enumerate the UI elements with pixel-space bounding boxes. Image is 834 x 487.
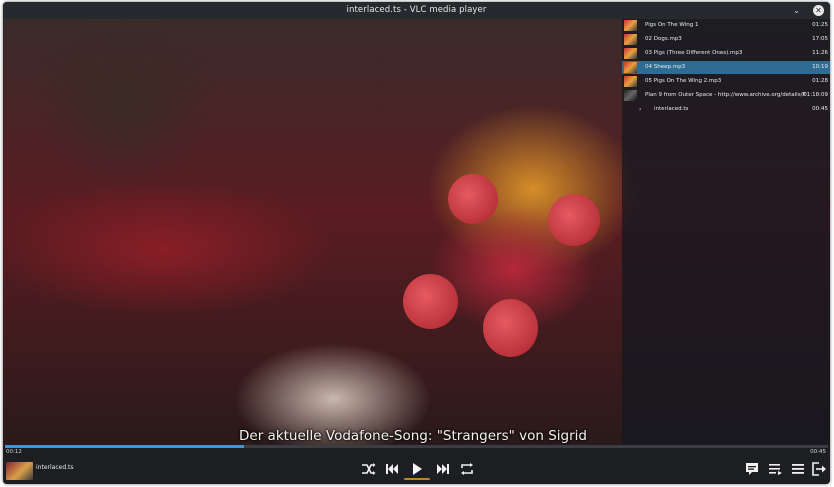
playlist-item-selected[interactable]: 04 Sheep.mp3 10:19: [622, 61, 830, 74]
window-title: interlaced.ts - VLC media player: [346, 5, 487, 15]
album-art-thumbnail: [624, 76, 637, 87]
playlist-item[interactable]: Pigs On The Wing 1 01:25: [622, 19, 830, 32]
exit-icon[interactable]: [809, 460, 829, 478]
playlist-item[interactable]: 03 Pigs (Three Different Ones).mp3 11:26: [622, 47, 830, 60]
video-frame-detail: [448, 174, 498, 224]
playlist-item-duration: 01:25: [812, 22, 828, 28]
seek-slider[interactable]: [5, 445, 828, 448]
control-bar: 00:12 00:45 interlaced.ts: [3, 445, 830, 484]
vlc-window: interlaced.ts - VLC media player ⌄ ✕ Der…: [3, 2, 830, 484]
seek-slider-fill: [5, 445, 244, 448]
now-playing-title: interlaced.ts: [36, 464, 74, 471]
album-art-thumbnail: [624, 34, 637, 45]
album-art-thumbnail: [624, 20, 637, 31]
playlist-toggle-icon[interactable]: [765, 460, 785, 478]
playlist-item-duration: 10:19: [812, 64, 828, 70]
minimize-icon[interactable]: ⌄: [791, 5, 802, 16]
menu-icon[interactable]: [788, 460, 808, 478]
close-icon[interactable]: ✕: [813, 5, 824, 16]
next-icon[interactable]: [433, 460, 453, 478]
playlist-item[interactable]: 05 Pigs On The Wing 2.mp3 01:28: [622, 75, 830, 88]
play-icon[interactable]: [407, 460, 427, 478]
playlist-item-title: 03 Pigs (Three Different Ones).mp3: [645, 50, 743, 56]
album-art-thumbnail: [624, 62, 637, 73]
video-frame-detail: [548, 194, 600, 246]
elapsed-time: 00:12: [6, 449, 22, 455]
playlist-item-duration: 11:26: [812, 50, 828, 56]
subtitle-text: Der aktuelle Vodafone-Song: "Strangers" …: [239, 428, 587, 444]
title-bar: interlaced.ts - VLC media player ⌄ ✕: [3, 2, 830, 19]
previous-icon[interactable]: [382, 460, 402, 478]
subtitles-icon[interactable]: [742, 460, 762, 478]
playlist-item[interactable]: Plan 9 from Outer Space - http://www.arc…: [622, 89, 830, 102]
playlist-item-title: 04 Sheep.mp3: [645, 64, 686, 70]
playlist-item-duration: 17:05: [812, 36, 828, 42]
shuffle-icon[interactable]: [358, 460, 378, 478]
playlist-item[interactable]: 02 Dogs.mp3 17:05: [622, 33, 830, 46]
playlist-item-title: 02 Dogs.mp3: [645, 36, 682, 42]
playlist-item-duration: 01:18:09: [803, 92, 828, 98]
playlist-item-title: Pigs On The Wing 1: [645, 22, 699, 28]
album-art-thumbnail: [624, 48, 637, 59]
playlist-item-duration: 00:45: [812, 106, 828, 112]
playlist-panel: Pigs On The Wing 1 01:25 02 Dogs.mp3 17:…: [622, 19, 830, 445]
total-time: 00:45: [810, 449, 826, 455]
now-playing-thumbnail: [6, 462, 33, 480]
playlist-item-title: Plan 9 from Outer Space - http://www.arc…: [645, 92, 805, 98]
repeat-icon[interactable]: [457, 460, 477, 478]
video-frame-detail: [403, 274, 458, 329]
chevron-right-icon[interactable]: ›: [639, 103, 641, 116]
album-art-thumbnail: [624, 90, 637, 101]
playlist-item-duration: 01:28: [812, 78, 828, 84]
playlist-item-title: interlaced.ts: [654, 106, 689, 112]
play-button-highlight: [404, 478, 430, 480]
playlist-item-title: 05 Pigs On The Wing 2.mp3: [645, 78, 722, 84]
video-frame-detail: [483, 299, 538, 357]
playlist-item[interactable]: › interlaced.ts 00:45: [622, 103, 830, 116]
